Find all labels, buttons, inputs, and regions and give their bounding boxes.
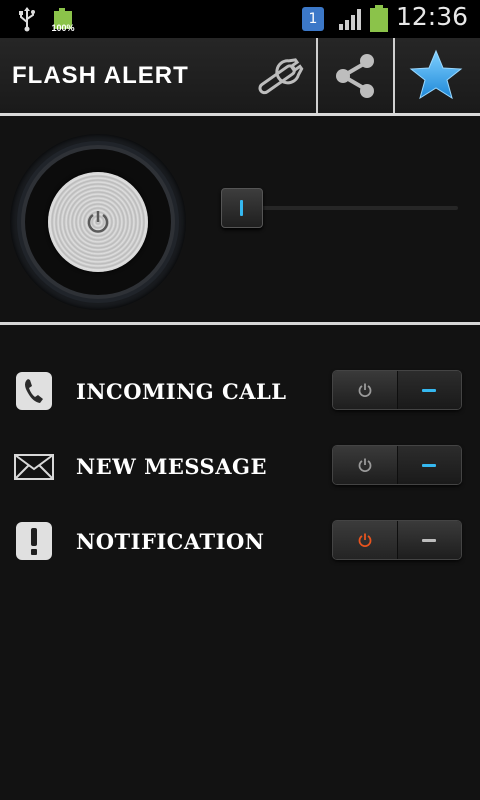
- toggle-on-segment[interactable]: [333, 521, 397, 559]
- incoming-call-toggle[interactable]: [333, 371, 461, 409]
- envelope-icon: [14, 454, 54, 480]
- slider-indicator: [240, 200, 243, 216]
- notification-toggle[interactable]: [333, 521, 461, 559]
- rate-button[interactable]: [396, 38, 480, 113]
- battery-percent: 100%: [51, 23, 75, 33]
- row-label: INCOMING CALL: [76, 379, 287, 404]
- battery-icon: [370, 5, 388, 33]
- signal-icon: [339, 9, 361, 30]
- toggle-off-segment[interactable]: [333, 446, 397, 484]
- list-item-incoming-call: INCOMING CALL: [0, 371, 480, 431]
- toggle-off-segment[interactable]: [397, 521, 461, 559]
- knob-face: [48, 172, 148, 272]
- row-label: NOTIFICATION: [76, 529, 265, 554]
- clock: 12:36: [396, 2, 469, 31]
- wrench-icon: [258, 58, 304, 95]
- power-icon: [358, 458, 372, 472]
- action-separator: [316, 38, 318, 113]
- row-label: NEW MESSAGE: [76, 454, 267, 479]
- toggle-off-segment[interactable]: [333, 371, 397, 409]
- brightness-slider-handle[interactable]: [221, 188, 263, 228]
- toggle-on-segment[interactable]: [397, 446, 461, 484]
- list-item-notification: NOTIFICATION: [0, 521, 480, 581]
- action-bar: FLASH ALERT: [0, 38, 480, 116]
- share-icon: [336, 54, 374, 98]
- power-icon: [87, 211, 109, 233]
- toggle-on-segment[interactable]: [397, 371, 461, 409]
- sim-badge: 1: [302, 7, 324, 31]
- minus-icon: [422, 464, 436, 467]
- new-message-toggle[interactable]: [333, 446, 461, 484]
- battery-full-icon: 100%: [51, 6, 75, 33]
- minus-icon: [422, 389, 436, 392]
- app-title: FLASH ALERT: [12, 62, 189, 89]
- usb-icon: [19, 7, 35, 32]
- minus-icon: [422, 539, 436, 542]
- phone-icon: [16, 372, 52, 410]
- flash-power-knob[interactable]: [10, 134, 186, 310]
- brightness-slider-track[interactable]: [240, 206, 458, 210]
- power-icon: [358, 383, 372, 397]
- exclamation-icon: [16, 522, 52, 560]
- flash-control-panel: [0, 116, 480, 322]
- action-separator: [393, 38, 395, 113]
- star-icon: [409, 49, 463, 100]
- share-button[interactable]: [319, 38, 393, 113]
- settings-button[interactable]: [246, 38, 316, 113]
- list-item-new-message: NEW MESSAGE: [0, 446, 480, 506]
- knob-ring: [25, 149, 171, 295]
- status-bar: 100% 1 12:36: [0, 0, 480, 38]
- power-icon: [358, 533, 372, 547]
- alert-list: INCOMING CALL NEW MESSAGE NOTIFICATION: [0, 325, 480, 800]
